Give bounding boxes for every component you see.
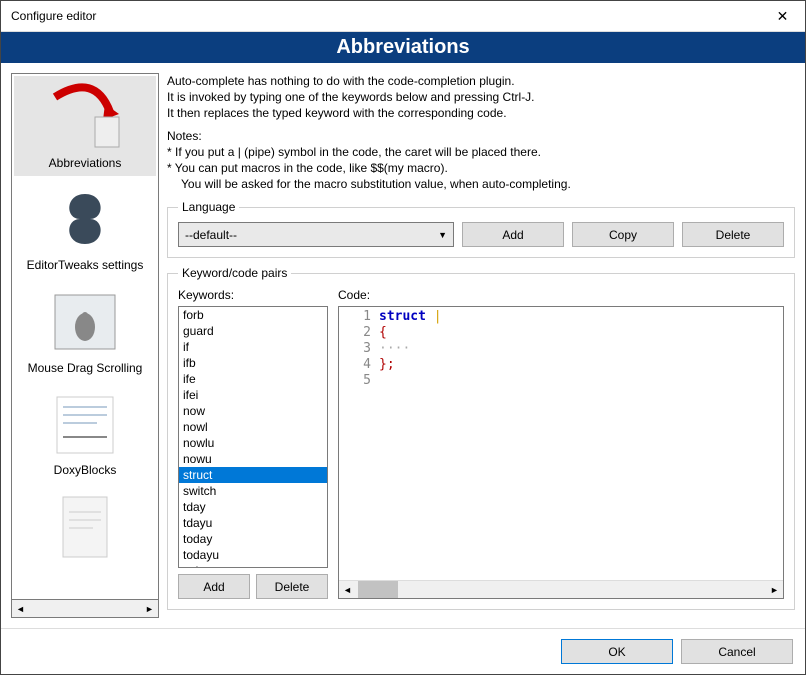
keyword-item[interactable]: now bbox=[179, 403, 327, 419]
keyword-item[interactable]: ife bbox=[179, 371, 327, 387]
category-item-doxyblocks[interactable]: DoxyBlocks bbox=[14, 383, 156, 483]
dialog-body: Abbreviations EditorTweaks settings Mouse … bbox=[1, 63, 805, 628]
line-number: 4 bbox=[339, 357, 379, 373]
code-line[interactable]: 1struct | bbox=[339, 309, 783, 325]
desc-line: It then replaces the typed keyword with … bbox=[167, 105, 795, 121]
page-icon bbox=[45, 492, 125, 562]
category-label: Mouse Drag Scrolling bbox=[28, 361, 143, 375]
keyword-item[interactable]: tdayu bbox=[179, 515, 327, 531]
line-number: 3 bbox=[339, 341, 379, 357]
keyword-add-button[interactable]: Add bbox=[178, 574, 250, 599]
scroll-left-icon[interactable]: ◄ bbox=[12, 600, 29, 617]
keyword-item[interactable]: tday bbox=[179, 499, 327, 515]
dialog-footer: OK Cancel bbox=[1, 628, 805, 674]
scroll-right-icon[interactable]: ► bbox=[141, 600, 158, 617]
category-hscrollbar[interactable]: ◄ ► bbox=[11, 600, 159, 618]
code-hscrollbar[interactable]: ◄ ► bbox=[339, 580, 783, 598]
keyword-item[interactable]: if bbox=[179, 339, 327, 355]
scroll-right-icon[interactable]: ► bbox=[766, 581, 783, 598]
keyword-item[interactable]: switch bbox=[179, 483, 327, 499]
keyword-item[interactable]: todayu bbox=[179, 547, 327, 563]
keywords-column: Keywords: forbguardififbifeifeinownowlno… bbox=[178, 288, 328, 599]
code-line[interactable]: 2{ bbox=[339, 325, 783, 341]
keyword-delete-button[interactable]: Delete bbox=[256, 574, 328, 599]
language-combobox[interactable]: --default-- ▼ bbox=[178, 222, 454, 247]
code-text: ···· bbox=[379, 341, 410, 357]
code-line[interactable]: 5 bbox=[339, 373, 783, 389]
description-text: Auto-complete has nothing to do with the… bbox=[167, 73, 795, 192]
category-item-mousedrag[interactable]: Mouse Drag Scrolling bbox=[14, 281, 156, 381]
category-label: Abbreviations bbox=[49, 156, 122, 170]
keyword-item[interactable]: nowl bbox=[179, 419, 327, 435]
language-delete-button[interactable]: Delete bbox=[682, 222, 784, 247]
note-line: * If you put a | (pipe) symbol in the co… bbox=[167, 144, 795, 160]
category-item-next[interactable] bbox=[14, 486, 156, 572]
main-panel: Auto-complete has nothing to do with the… bbox=[167, 73, 795, 618]
scroll-left-icon[interactable]: ◄ bbox=[339, 581, 356, 598]
keyword-item[interactable]: nowlu bbox=[179, 435, 327, 451]
category-panel: Abbreviations EditorTweaks settings Mouse … bbox=[11, 73, 159, 618]
code-lines[interactable]: 1struct |2{3····4};5 bbox=[339, 307, 783, 580]
language-copy-button[interactable]: Copy bbox=[572, 222, 674, 247]
window-close-button[interactable]: ✕ bbox=[760, 1, 805, 31]
keyword-code-pairs: Keyword/code pairs Keywords: forbguardif… bbox=[167, 266, 795, 618]
keyword-item[interactable]: today bbox=[179, 531, 327, 547]
keyword-item[interactable]: forb bbox=[179, 307, 327, 323]
keyword-item[interactable]: struct bbox=[179, 467, 327, 483]
category-label: EditorTweaks settings bbox=[27, 258, 144, 272]
code-column: Code: 1struct |2{3····4};5 ◄ ► bbox=[338, 288, 784, 599]
language-legend: Language bbox=[178, 200, 239, 214]
language-selected: --default-- bbox=[185, 228, 237, 242]
code-text: }; bbox=[379, 357, 395, 373]
desc-line: Auto-complete has nothing to do with the… bbox=[167, 73, 795, 89]
scroll-thumb[interactable] bbox=[358, 581, 398, 598]
desc-line: It is invoked by typing one of the keywo… bbox=[167, 89, 795, 105]
category-list[interactable]: Abbreviations EditorTweaks settings Mouse … bbox=[11, 73, 159, 600]
cancel-button[interactable]: Cancel bbox=[681, 639, 793, 664]
line-number: 2 bbox=[339, 325, 379, 341]
chevron-down-icon: ▼ bbox=[438, 230, 447, 240]
code-text: struct | bbox=[379, 309, 442, 325]
code-line[interactable]: 3···· bbox=[339, 341, 783, 357]
keyword-item[interactable]: wdu bbox=[179, 563, 327, 568]
category-item-editortweaks[interactable]: EditorTweaks settings bbox=[14, 178, 156, 278]
keywords-listbox[interactable]: forbguardififbifeifeinownowlnowlunowustr… bbox=[178, 306, 328, 568]
category-label: DoxyBlocks bbox=[54, 463, 117, 477]
code-text: { bbox=[379, 325, 387, 341]
editortweaks-icon bbox=[45, 184, 125, 254]
category-item-abbreviations[interactable]: Abbreviations bbox=[14, 76, 156, 176]
note-line: * You can put macros in the code, like $… bbox=[167, 160, 795, 176]
keyword-item[interactable]: guard bbox=[179, 323, 327, 339]
mousedrag-icon bbox=[45, 287, 125, 357]
language-group: Language --default-- ▼ Add Copy Delete bbox=[167, 200, 795, 258]
code-line[interactable]: 4}; bbox=[339, 357, 783, 373]
pairs-group: Keyword/code pairs Keywords: forbguardif… bbox=[167, 266, 795, 610]
notes-header: Notes: bbox=[167, 128, 795, 144]
doxyblocks-icon bbox=[45, 389, 125, 459]
code-header: Code: bbox=[338, 288, 784, 302]
keyword-item[interactable]: ifei bbox=[179, 387, 327, 403]
language-add-button[interactable]: Add bbox=[462, 222, 564, 247]
keywords-header: Keywords: bbox=[178, 288, 328, 302]
pairs-legend: Keyword/code pairs bbox=[178, 266, 291, 280]
line-number: 1 bbox=[339, 309, 379, 325]
note-line: You will be asked for the macro substitu… bbox=[167, 176, 795, 192]
configure-editor-window: Configure editor ✕ Abbreviations Abbrevi… bbox=[0, 0, 806, 675]
titlebar: Configure editor ✕ bbox=[1, 1, 805, 32]
page-banner: Abbreviations bbox=[1, 32, 805, 63]
line-number: 5 bbox=[339, 373, 379, 389]
keyword-item[interactable]: ifb bbox=[179, 355, 327, 371]
window-title: Configure editor bbox=[11, 9, 96, 23]
code-editor[interactable]: 1struct |2{3····4};5 ◄ ► bbox=[338, 306, 784, 599]
keyword-item[interactable]: nowu bbox=[179, 451, 327, 467]
ok-button[interactable]: OK bbox=[561, 639, 673, 664]
abbreviations-icon bbox=[45, 82, 125, 152]
